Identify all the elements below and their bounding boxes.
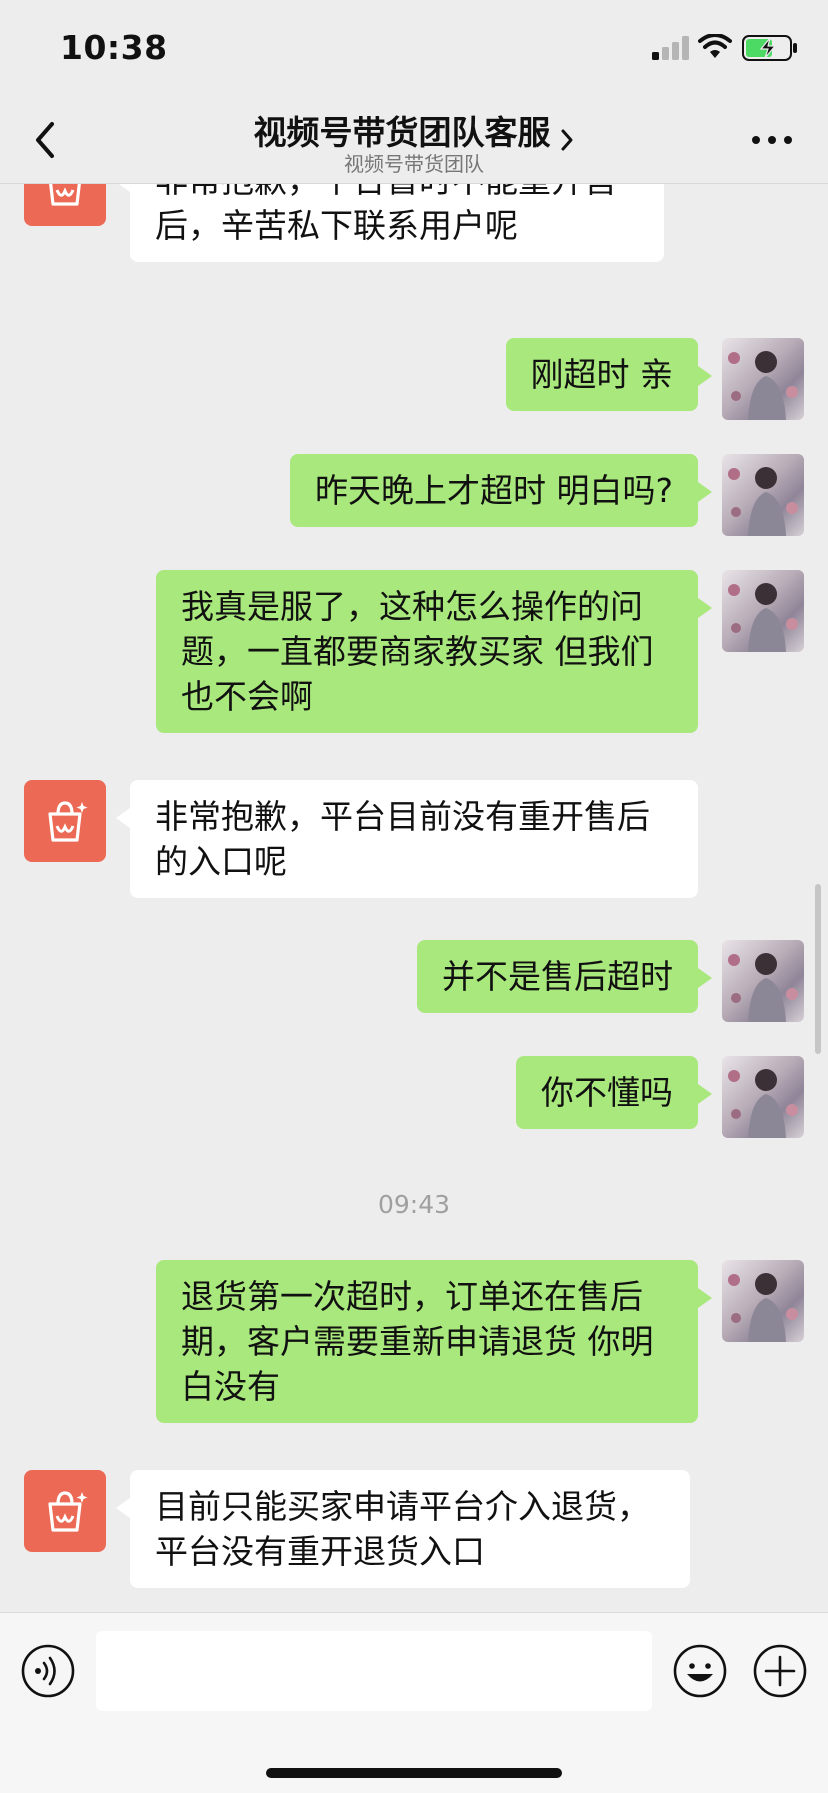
nav-bar: 视频号带货团队客服 视频号带货团队 (0, 100, 828, 184)
chat-scrollbar[interactable] (815, 884, 821, 1054)
message-text: 目前只能买家申请平台介入退货，平台没有重开退货入口 (155, 1487, 650, 1571)
message-text: 非常抱歉，平台暂时不能重开售后，辛苦私下联系用户呢 (155, 184, 617, 245)
user-photo (728, 1273, 798, 1342)
message-text: 退货第一次超时，订单还在售后期，客户需要重新申请退货 你明白没有 (181, 1277, 654, 1406)
message-timestamp: 09:43 (377, 1190, 451, 1219)
message-bubble-outgoing[interactable]: 我真是服了，这种怎么操作的问题，一直都要商家教买家 但我们也不会啊 (156, 570, 712, 733)
message-text: 非常抱歉，平台目前没有重开售后的入口呢 (155, 797, 650, 881)
message-bubble-outgoing[interactable]: 你不懂吗 (516, 1056, 712, 1129)
shop-bag-icon (49, 184, 81, 206)
status-bar: 10:38 (0, 0, 828, 100)
user-avatar[interactable] (722, 570, 804, 652)
bot-avatar[interactable] (24, 1470, 106, 1552)
message-bubble-outgoing[interactable]: 并不是售后超时 (417, 940, 712, 1013)
user-avatar[interactable] (722, 338, 804, 420)
bot-avatar[interactable] (24, 780, 106, 862)
input-bar (0, 1612, 828, 1793)
user-photo (728, 953, 798, 1022)
user-avatar[interactable] (722, 1056, 804, 1138)
message-bubble-outgoing[interactable]: 刚超时 亲 (505, 338, 712, 411)
message-text: 刚超时 亲 (530, 355, 674, 394)
user-photo (728, 351, 798, 420)
battery-charging-icon (742, 35, 797, 61)
status-time: 10:38 (60, 28, 168, 67)
user-avatar[interactable] (722, 454, 804, 536)
message-input[interactable] (96, 1631, 652, 1711)
user-photo (728, 583, 798, 652)
signal-icon (652, 36, 689, 60)
emoji-icon[interactable] (672, 1643, 728, 1699)
message-bubble-outgoing[interactable]: 退货第一次超时，订单还在售后期，客户需要重新申请退货 你明白没有 (156, 1260, 712, 1423)
shop-bag-icon (48, 1491, 88, 1532)
nav-subtitle: 视频号带货团队 (344, 152, 484, 176)
user-avatar[interactable] (722, 1260, 804, 1342)
message-text: 我真是服了，这种怎么操作的问题，一直都要商家教买家 但我们也不会啊 (181, 587, 654, 716)
shop-bag-icon (48, 801, 88, 842)
user-avatar[interactable] (722, 940, 804, 1022)
voice-icon[interactable] (20, 1643, 76, 1699)
message-bubble-incoming[interactable]: 非常抱歉，平台目前没有重开售后的入口呢 (116, 780, 698, 898)
nav-title: 视频号带货团队客服 (253, 113, 551, 152)
chat-title[interactable]: 视频号带货团队客服 (0, 106, 828, 154)
message-text: 你不懂吗 (541, 1073, 673, 1112)
message-text: 昨天晚上才超时 明白吗? (314, 471, 673, 510)
plus-icon[interactable] (752, 1643, 808, 1699)
home-indicator (266, 1768, 562, 1778)
message-bubble-incoming[interactable]: 非常抱歉，平台暂时不能重开售后，辛苦私下联系用户呢 (116, 184, 664, 262)
more-icon[interactable] (748, 120, 796, 160)
user-photo (728, 467, 798, 536)
bot-avatar[interactable] (24, 184, 106, 226)
chat-messages[interactable]: 非常抱歉，平台暂时不能重开售后，辛苦私下联系用户呢 刚超时 亲 昨天晚上才超时 … (0, 184, 828, 1610)
wifi-icon (698, 34, 732, 58)
user-photo (728, 1069, 798, 1138)
message-text: 并不是售后超时 (442, 957, 673, 996)
message-bubble-incoming[interactable]: 目前只能买家申请平台介入退货，平台没有重开退货入口 (116, 1470, 690, 1588)
message-bubble-outgoing[interactable]: 昨天晚上才超时 明白吗? (289, 454, 713, 527)
